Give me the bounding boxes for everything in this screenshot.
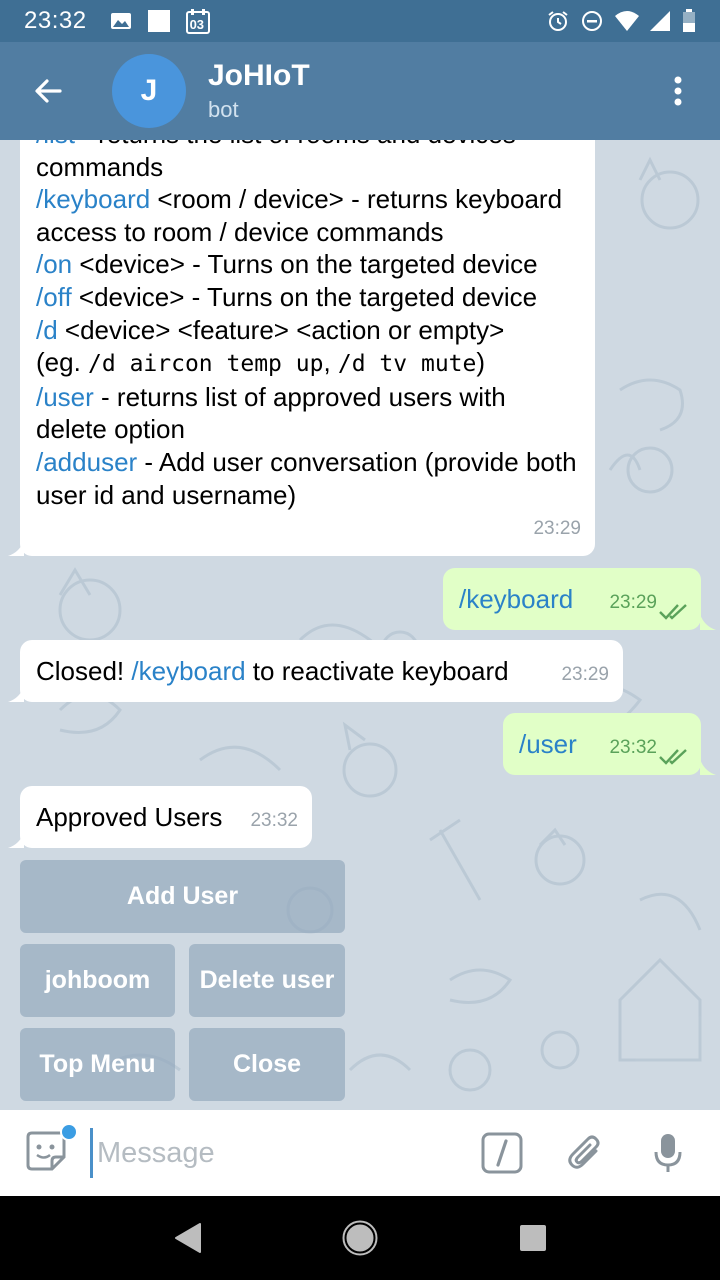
calendar-icon: 03	[185, 9, 211, 34]
help-line: commands	[36, 151, 164, 182]
nav-back-button[interactable]	[157, 1208, 217, 1268]
close-button[interactable]: Close	[189, 1028, 345, 1101]
image-icon	[109, 9, 133, 33]
signal-icon	[648, 9, 672, 33]
wifi-icon	[614, 9, 639, 33]
triangle-back-icon	[174, 1223, 201, 1253]
top-menu-button[interactable]: Top Menu	[20, 1028, 175, 1101]
message-composer	[0, 1110, 720, 1196]
bubble-tail	[8, 832, 24, 848]
bot-commands-button[interactable]	[480, 1131, 524, 1175]
voice-message-button[interactable]	[646, 1131, 690, 1175]
sticker-button[interactable]	[22, 1123, 78, 1179]
approved-users-message[interactable]: Approved Users 23:32	[20, 786, 312, 848]
bubble-tail	[8, 540, 24, 556]
notification-dot	[60, 1123, 78, 1141]
message-text: Approved Users	[36, 802, 223, 832]
status-bar: 23:32 03	[0, 0, 720, 42]
chat-header: J JoHIoT bot	[0, 42, 720, 140]
message-time: 23:29	[533, 518, 581, 540]
do-not-disturb-icon	[580, 9, 604, 33]
add-user-button[interactable]: Add User	[20, 860, 345, 933]
command-link[interactable]: /list	[36, 140, 75, 149]
closed-text: Closed! /keyboard to reactivate keyboard	[36, 655, 509, 688]
command-link[interactable]: /keyboard	[131, 656, 245, 686]
notification-icons: 03	[109, 9, 211, 34]
help-line: - returns the list of rooms and devices	[75, 140, 516, 149]
help-line: )	[476, 347, 486, 378]
system-icons	[546, 9, 696, 33]
code-snippet: /d tv mute	[337, 351, 477, 378]
square-recents-icon	[520, 1225, 547, 1251]
calendar-badge: 03	[189, 17, 205, 32]
nav-home-button[interactable]	[330, 1208, 390, 1268]
delete-user-button[interactable]: Delete user	[189, 944, 345, 1017]
chat-title-block[interactable]: JoHIoT bot	[208, 59, 310, 123]
command-link[interactable]: /user	[36, 382, 94, 412]
paperclip-icon	[568, 1135, 600, 1169]
message-input[interactable]	[90, 1128, 470, 1178]
chat-title: JoHIoT	[208, 59, 310, 92]
command-link[interactable]: /on	[36, 249, 72, 279]
bubble-tail	[700, 614, 716, 630]
status-time: 23:32	[24, 7, 87, 34]
read-checkmarks-icon	[659, 749, 687, 765]
avatar[interactable]: J	[112, 54, 186, 128]
help-message[interactable]: /list - returns the list of rooms and de…	[20, 140, 595, 556]
chat-subtitle: bot	[208, 97, 239, 122]
arrow-left-icon	[35, 79, 62, 103]
message-time: 23:32	[609, 737, 657, 759]
microphone-icon	[654, 1134, 682, 1172]
circle-home-icon	[342, 1220, 378, 1256]
message-text: to reactivate keyboard	[245, 656, 509, 686]
more-menu-button[interactable]	[658, 63, 698, 119]
help-line: <device> - Turns on the targeted device	[71, 281, 538, 312]
bubble-tail	[8, 686, 24, 702]
help-line: <device> - Turns on the targeted device	[72, 249, 538, 280]
command-link[interactable]: /off	[36, 282, 72, 312]
closed-message[interactable]: Closed! /keyboard to reactivate keyboard…	[20, 640, 623, 702]
back-button[interactable]	[20, 63, 76, 119]
bubble-tail	[700, 759, 716, 775]
outgoing-message[interactable]: /user 23:32	[503, 713, 701, 775]
outgoing-message[interactable]: /keyboard 23:29	[443, 568, 701, 630]
help-line: <device> <feature> <action or empty>	[57, 314, 505, 345]
help-line: ,	[323, 347, 338, 378]
attach-button[interactable]	[564, 1131, 608, 1175]
command-link[interactable]: /keyboard	[459, 583, 573, 616]
command-link[interactable]: /d	[36, 315, 58, 345]
command-link[interactable]: /user	[519, 728, 577, 761]
help-line: - returns list of approved users with de…	[36, 381, 506, 445]
more-vertical-icon	[674, 76, 682, 106]
johboom-user-button[interactable]: johboom	[20, 944, 175, 1017]
message-time: 23:29	[561, 664, 609, 686]
command-link[interactable]: /adduser	[36, 447, 137, 477]
command-link[interactable]: /keyboard	[36, 184, 150, 214]
battery-icon	[682, 9, 696, 33]
nav-recents-button[interactable]	[503, 1208, 563, 1268]
read-checkmarks-icon	[659, 604, 687, 620]
slash-command-icon	[481, 1132, 523, 1174]
help-text: /list - returns the list of rooms and de…	[36, 140, 581, 511]
message-time: 23:32	[250, 810, 298, 832]
help-line: (eg.	[36, 347, 89, 378]
code-snippet: /d aircon temp up	[88, 351, 324, 378]
square-icon	[147, 9, 171, 33]
message-time: 23:29	[609, 592, 657, 614]
alarm-icon	[546, 9, 570, 33]
chat-history[interactable]: /list - returns the list of rooms and de…	[0, 140, 720, 1110]
message-text: Closed!	[36, 656, 132, 686]
system-navigation-bar	[0, 1196, 720, 1280]
